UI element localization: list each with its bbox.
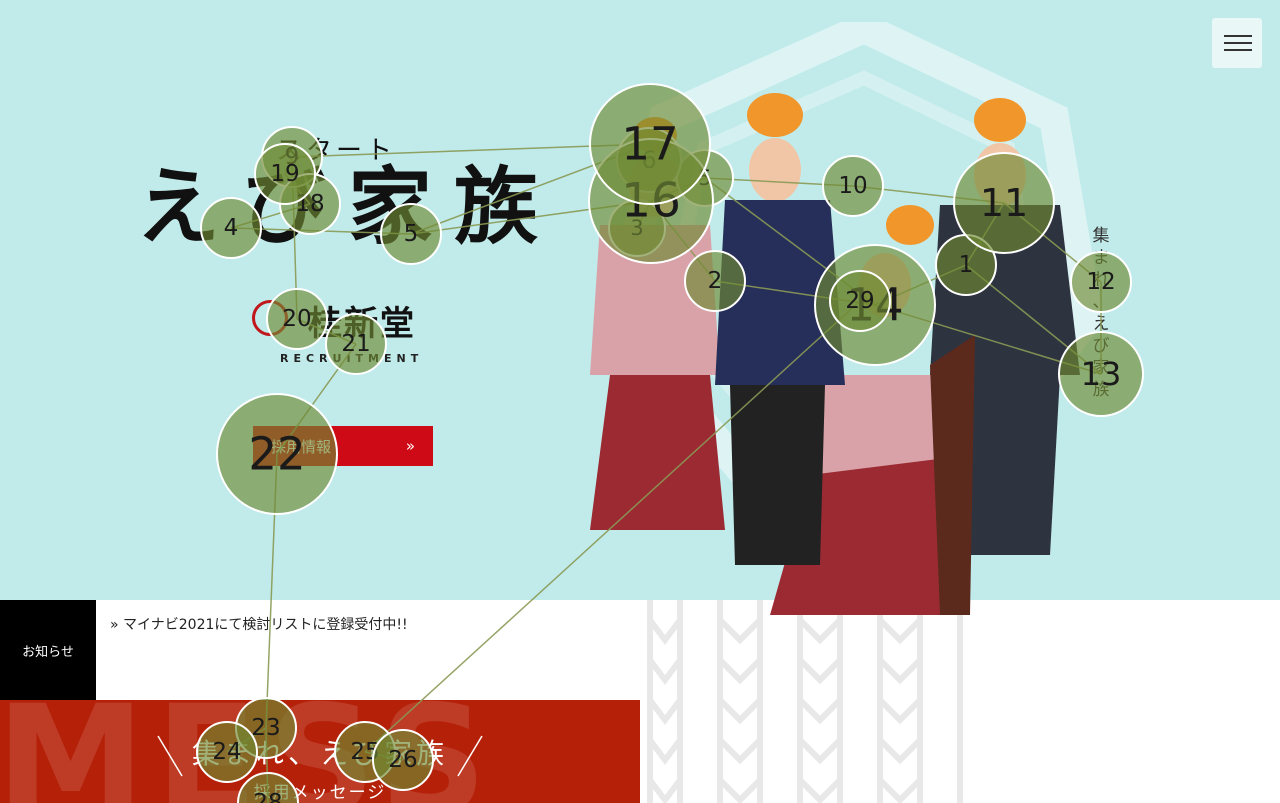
arrow-pattern-panel bbox=[640, 600, 1280, 803]
staff-group-photo bbox=[580, 75, 1170, 630]
hamburger-menu-button[interactable] bbox=[1212, 18, 1262, 68]
hamburger-menu-icon bbox=[1224, 49, 1252, 51]
hamburger-menu-icon bbox=[1224, 35, 1252, 37]
logo-text: 桂新堂 bbox=[308, 304, 416, 344]
recruit-message-section[interactable]: MESS 集まれ、えび家族 採用メッセージ bbox=[0, 700, 640, 803]
recruit-message-subheading: 採用メッセージ bbox=[253, 783, 387, 803]
recruit-button-label: 採用情報 bbox=[271, 437, 332, 456]
double-chevron-right-icon: » bbox=[405, 437, 415, 455]
news-item[interactable]: » マイナビ2021にて検討リストに登録受付中!! bbox=[110, 614, 408, 634]
arrow-feather-pattern bbox=[647, 600, 963, 803]
logo-mark-icon bbox=[252, 300, 288, 336]
logo-subtitle: RECRUITMENT bbox=[280, 352, 424, 365]
recruit-message-heading: 集まれ、えび家族 bbox=[191, 737, 449, 770]
recruit-info-button[interactable]: 採用情報 » bbox=[253, 426, 433, 466]
news-list: » マイナビ2021にて検討リストに登録受付中!! bbox=[96, 600, 640, 700]
news-label: お知らせ bbox=[0, 600, 96, 700]
news-item-text: マイナビ2021にて検討リストに登録受付中!! bbox=[123, 617, 408, 633]
double-chevron-right-icon: » bbox=[110, 617, 119, 633]
hero-title: えび家族 bbox=[136, 158, 561, 256]
hamburger-menu-icon bbox=[1224, 42, 1252, 44]
